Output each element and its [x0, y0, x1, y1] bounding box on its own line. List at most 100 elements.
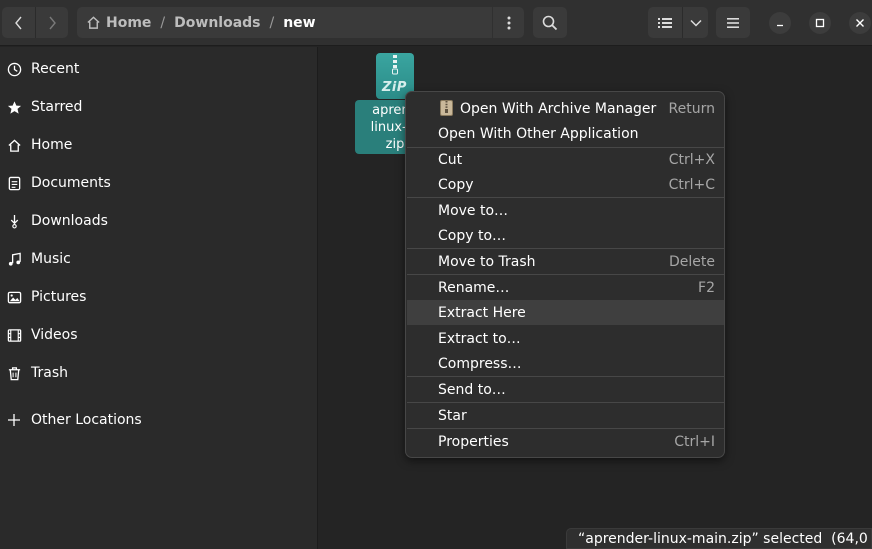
breadcrumb-current[interactable]: new [279, 15, 319, 31]
more-vertical-icon [507, 16, 510, 29]
breadcrumb-current-label: new [283, 14, 316, 31]
sidebar-item-label: Recent [31, 61, 80, 77]
sidebar-item-label: Documents [31, 175, 111, 191]
menu-item-label: Open With Other Application [438, 125, 639, 142]
menu-item-extract-to[interactable]: Extract to… [407, 326, 724, 351]
sidebar-item-label: Videos [31, 327, 78, 343]
minimize-button[interactable] [769, 12, 791, 34]
header-bar: Home / Downloads / new [0, 0, 872, 46]
breadcrumb-separator: / [269, 14, 275, 31]
menu-item-label: Star [438, 407, 467, 424]
sidebar-item-music[interactable]: Music [0, 242, 318, 276]
menu-item-label: Properties [438, 433, 509, 450]
menu-item-label: Cut [438, 151, 463, 168]
sidebar-item-starred[interactable]: Starred [0, 90, 318, 124]
breadcrumb-downloads-label: Downloads [174, 14, 261, 31]
search-button[interactable] [533, 7, 567, 38]
menu-item-label: Open With Archive Manager [460, 100, 657, 117]
menu-item-accel: F2 [698, 279, 715, 296]
sidebar-item-videos[interactable]: Videos [0, 318, 318, 352]
maximize-button[interactable] [809, 12, 831, 34]
menu-item-label: Compress… [438, 355, 522, 372]
menu-item-compress[interactable]: Compress… [407, 351, 724, 376]
sidebar-item-label: Trash [31, 365, 68, 381]
menu-item-move-to-trash[interactable]: Move to Trash Delete [407, 249, 724, 274]
sidebar-item-label: Pictures [31, 289, 87, 305]
maximize-icon [815, 18, 825, 28]
breadcrumb: Home / Downloads / new [77, 7, 492, 38]
sidebar-item-label: Downloads [31, 213, 108, 229]
menu-item-label: Extract to… [438, 330, 521, 347]
sidebar-item-label: Other Locations [31, 412, 142, 428]
video-icon [6, 327, 22, 343]
menu-item-label: Move to Trash [438, 253, 536, 270]
path-menu-button[interactable] [493, 7, 524, 38]
minimize-icon [777, 24, 783, 27]
trash-icon [6, 365, 22, 381]
sidebar-item-trash[interactable]: Trash [0, 356, 318, 390]
menu-item-accel: Ctrl+X [668, 151, 715, 168]
menu-item-copy[interactable]: Copy Ctrl+C [407, 172, 724, 197]
music-icon [6, 251, 22, 267]
menu-item-open-archive-manager[interactable]: Open With Archive Manager Return [407, 96, 724, 121]
clock-icon [6, 61, 22, 77]
menu-item-label: Send to… [438, 381, 506, 398]
hamburger-icon [727, 17, 739, 28]
selection-status: “aprender-linux-main.zip” selected (64,0… [566, 528, 872, 549]
close-icon [856, 19, 864, 27]
menu-item-label: Rename… [438, 279, 510, 296]
download-icon [6, 213, 22, 229]
menu-item-accel: Delete [669, 253, 715, 270]
plus-icon [6, 412, 22, 428]
home-icon [6, 137, 22, 153]
sidebar-item-label: Home [31, 137, 73, 153]
document-icon [6, 175, 22, 191]
chevron-right-icon [49, 16, 56, 29]
menu-item-star[interactable]: Star [407, 403, 724, 428]
breadcrumb-separator: / [160, 14, 166, 31]
chevron-down-icon [689, 19, 702, 27]
menu-item-copy-to[interactable]: Copy to… [407, 223, 724, 248]
context-menu: Open With Archive Manager Return Open Wi… [405, 91, 725, 458]
menu-item-label: Copy to… [438, 227, 507, 244]
sidebar-item-label: Starred [31, 99, 83, 115]
sidebar-item-home[interactable]: Home [0, 128, 318, 162]
menu-item-accel: Ctrl+I [674, 433, 715, 450]
sidebar-item-documents[interactable]: Documents [0, 166, 318, 200]
menu-item-send-to[interactable]: Send to… [407, 377, 724, 402]
home-icon [87, 16, 100, 29]
menu-item-move-to[interactable]: Move to… [407, 198, 724, 223]
menu-item-label: Extract Here [438, 304, 526, 321]
view-options-button[interactable] [682, 7, 708, 38]
menu-item-accel: Return [668, 100, 715, 117]
menu-item-label: Move to… [438, 202, 509, 219]
selection-status-text: “aprender-linux-main.zip” selected (64,0… [578, 530, 872, 547]
sidebar: Recent Starred Home Documents Downloads … [0, 47, 318, 549]
archive-manager-icon [440, 100, 453, 116]
menu-item-rename[interactable]: Rename… F2 [407, 275, 724, 300]
menu-item-extract-here[interactable]: Extract Here [407, 300, 724, 325]
star-icon [6, 99, 22, 115]
menu-item-open-other-application[interactable]: Open With Other Application [407, 121, 724, 146]
list-view-button[interactable] [648, 7, 682, 38]
breadcrumb-home[interactable]: Home [77, 15, 155, 31]
sidebar-item-label: Music [31, 251, 71, 267]
breadcrumb-home-label: Home [106, 14, 152, 31]
breadcrumb-downloads[interactable]: Downloads [170, 15, 264, 31]
sidebar-item-downloads[interactable]: Downloads [0, 204, 318, 238]
main-menu-button[interactable] [716, 7, 750, 38]
menu-item-properties[interactable]: Properties Ctrl+I [407, 429, 724, 454]
menu-item-label: Copy [438, 176, 474, 193]
chevron-left-icon [14, 16, 22, 29]
sidebar-item-recent[interactable]: Recent [0, 52, 318, 86]
forward-button[interactable] [35, 7, 68, 38]
list-view-icon [658, 17, 672, 28]
sidebar-item-other-locations[interactable]: Other Locations [0, 403, 318, 437]
picture-icon [6, 289, 22, 305]
menu-item-cut[interactable]: Cut Ctrl+X [407, 147, 724, 172]
search-icon [542, 15, 558, 30]
sidebar-item-pictures[interactable]: Pictures [0, 280, 318, 314]
back-button[interactable] [2, 7, 35, 38]
close-button[interactable] [849, 12, 871, 34]
menu-item-accel: Ctrl+C [668, 176, 715, 193]
